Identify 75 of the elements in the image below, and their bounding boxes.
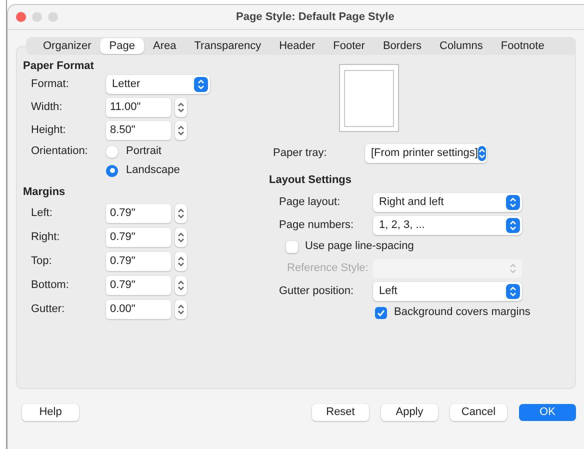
- radio-button[interactable]: [106, 164, 118, 176]
- dropdown[interactable]: Letter: [106, 75, 210, 94]
- stepper-arrows-icon: [177, 208, 185, 218]
- field-label: Format:: [31, 77, 70, 92]
- checkbox[interactable]: [375, 306, 387, 318]
- stepper-arrows-icon: [177, 280, 185, 290]
- number-field[interactable]: 0.79": [106, 252, 171, 270]
- tab[interactable]: Header: [270, 38, 324, 54]
- field-label: Orientation:: [31, 144, 89, 160]
- field-label: Gutter position:: [279, 284, 355, 299]
- checkbox[interactable]: [286, 240, 298, 252]
- section-heading: Layout Settings: [269, 173, 353, 188]
- field-label: Page layout:: [279, 194, 342, 210]
- dropdown[interactable]: [From printer settings]: [365, 144, 487, 163]
- field-label: Reference Style:: [287, 260, 370, 276]
- spin-button[interactable]: [175, 121, 187, 140]
- number-field[interactable]: 11.00": [106, 98, 171, 117]
- spin-button[interactable]: [175, 98, 187, 117]
- stepper-arrows-icon: [197, 79, 205, 90]
- ok-button[interactable]: OK: [519, 404, 576, 421]
- stepper-arrows-icon: [177, 125, 185, 136]
- tab[interactable]: Columns: [430, 38, 492, 54]
- tab[interactable]: Organizer: [34, 38, 100, 54]
- number-field[interactable]: 0.79": [106, 276, 171, 294]
- page-preview: [339, 64, 399, 132]
- stepper-arrows-icon: [177, 256, 185, 266]
- stepper-arrows-icon: [509, 196, 517, 208]
- field-label: Top:: [31, 254, 53, 269]
- field-label: Paper tray:: [273, 146, 328, 162]
- stepper-arrows-icon: [177, 304, 185, 314]
- tab[interactable]: Page: [100, 38, 144, 54]
- stepper-arrows-icon: [177, 232, 185, 242]
- spin-button[interactable]: [175, 276, 187, 294]
- dialog-button[interactable]: Apply: [381, 404, 438, 421]
- radio-label: Portrait: [126, 144, 162, 160]
- stepper-arrows-icon: [509, 220, 517, 230]
- field-label: Bottom:: [31, 278, 70, 293]
- spin-button[interactable]: [175, 228, 187, 246]
- stepper-arrows-icon: [478, 148, 486, 159]
- spin-button[interactable]: [175, 300, 187, 318]
- dropdown[interactable]: Left: [373, 282, 522, 300]
- field-label: Height:: [31, 123, 67, 138]
- section-heading: Paper Format: [23, 59, 95, 73]
- field-label: Right:: [31, 230, 61, 245]
- section-heading: Margins: [23, 185, 66, 200]
- close-button[interactable]: [16, 12, 26, 22]
- dropdown[interactable]: Right and left: [373, 192, 522, 212]
- field-label: Left:: [31, 206, 54, 221]
- field-label: Gutter:: [31, 302, 66, 317]
- number-field[interactable]: 8.50": [106, 121, 171, 140]
- tab[interactable]: Area: [144, 38, 186, 54]
- tab[interactable]: Transparency: [185, 38, 270, 54]
- spin-button[interactable]: [175, 204, 187, 222]
- dialog-button[interactable]: Cancel: [450, 404, 507, 421]
- stepper-arrows-icon: [177, 102, 185, 113]
- number-field[interactable]: 0.79": [106, 204, 171, 222]
- checkbox-label: Use page line-spacing: [305, 239, 414, 254]
- spin-button[interactable]: [175, 252, 187, 270]
- tab[interactable]: Borders: [374, 38, 430, 54]
- stepper-arrows-icon: [509, 262, 517, 274]
- field-label: Page numbers:: [279, 218, 355, 233]
- radio-label: Landscape: [126, 163, 180, 178]
- field-label: Width:: [31, 100, 64, 116]
- dropdown[interactable]: 1, 2, 3, ...: [373, 216, 522, 234]
- dialog-button[interactable]: Reset: [312, 404, 369, 421]
- radio-button[interactable]: [106, 146, 118, 158]
- number-field[interactable]: 0.79": [106, 228, 171, 246]
- checkmark-icon: [377, 308, 385, 316]
- dialog-button[interactable]: Help: [22, 404, 79, 421]
- stepper-arrows-icon: [509, 286, 517, 296]
- tab[interactable]: Footer: [324, 38, 374, 54]
- checkbox-label: Background covers margins: [394, 305, 530, 320]
- tab[interactable]: Footnote: [492, 38, 554, 54]
- number-field[interactable]: 0.00": [106, 300, 171, 318]
- window-title: Page Style: Default Page Style: [236, 10, 394, 25]
